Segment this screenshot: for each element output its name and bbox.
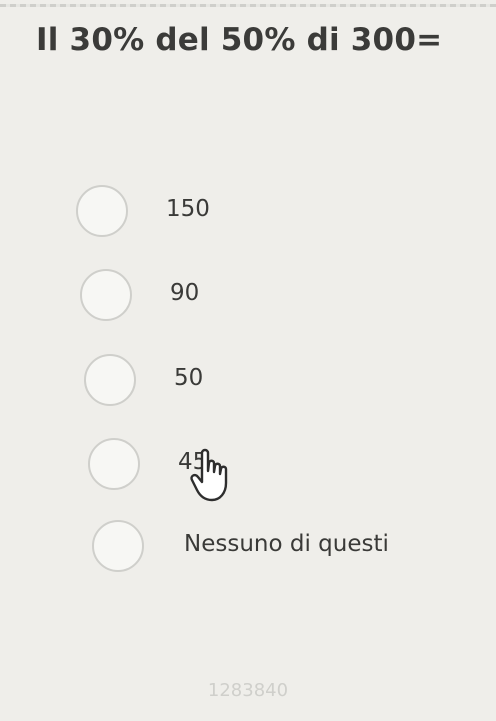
- option-50[interactable]: 50: [84, 354, 304, 410]
- radio-button[interactable]: [84, 354, 136, 406]
- option-label: 50: [174, 365, 204, 391]
- option-150[interactable]: 150: [76, 185, 296, 241]
- option-label: Nessuno di questi: [184, 531, 389, 557]
- radio-button[interactable]: [92, 520, 144, 572]
- radio-button[interactable]: [80, 269, 132, 321]
- radio-button[interactable]: [76, 185, 128, 237]
- top-divider: [0, 4, 496, 7]
- option-label: 90: [170, 280, 200, 306]
- footer-id: 1283840: [207, 680, 289, 701]
- radio-button[interactable]: [88, 438, 140, 490]
- option-90[interactable]: 90: [80, 269, 300, 325]
- option-label: 150: [166, 196, 210, 222]
- pointing-hand-icon: [190, 447, 238, 505]
- question-text: Il 30% del 50% di 300=: [36, 22, 443, 58]
- option-nessuno[interactable]: Nessuno di questi: [92, 520, 432, 576]
